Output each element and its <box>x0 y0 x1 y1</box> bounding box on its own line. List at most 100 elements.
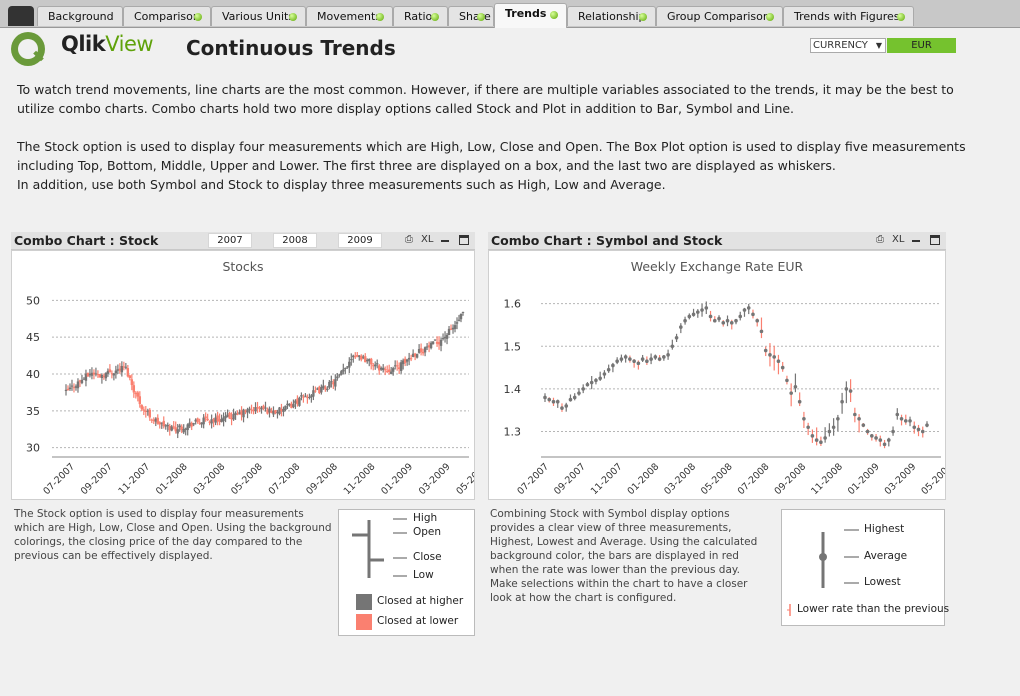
tab-status-dot-icon <box>550 11 558 19</box>
symbol-stock-bar <box>602 370 607 379</box>
stock-bar <box>108 364 112 373</box>
symbol-stock-bar <box>819 436 823 446</box>
symbol-stock-chart-svg[interactable]: 1.3 1.4 1.5 1.6 07-2007 09-2007 11-2007 01-2008… <box>489 251 946 499</box>
print-icon[interactable]: ⎙ <box>405 234 413 245</box>
year-2007-button[interactable]: 2007 <box>208 233 252 248</box>
tab-group-comparison[interactable]: Group Comparison <box>656 6 783 26</box>
stock-bar <box>162 416 165 429</box>
y-tick-label: 1.4 <box>504 383 522 396</box>
y-tick-label: 35 <box>26 405 40 418</box>
tab-share[interactable]: Share <box>448 6 494 26</box>
y-tick-label: 30 <box>26 442 40 455</box>
stock-chart-svg[interactable]: 303540455007-2007 09-2007 11-2007 01-2008 03… <box>12 251 474 499</box>
y-tick-label: 50 <box>26 294 40 307</box>
x-tick-label: 03-2009 <box>417 461 453 497</box>
xl-icon[interactable]: XL <box>892 234 904 245</box>
symbol-stock-bar <box>560 403 564 412</box>
stock-bar <box>202 414 205 429</box>
chart-caption-title: Combo Chart : Symbol and Stock <box>491 233 723 248</box>
y-tick-label: 1.6 <box>504 298 522 311</box>
symbol-stock-bar <box>683 316 687 325</box>
year-2008-button[interactable]: 2008 <box>273 233 317 248</box>
tab-background[interactable]: Background <box>37 6 123 26</box>
stock-bar <box>144 406 147 418</box>
minimize-icon[interactable] <box>441 240 449 242</box>
stock-chart[interactable]: Stocks 30 35 40 45 50 07-2007 09-2007 11-2007 01… <box>11 250 475 500</box>
symbol-stock-bar <box>882 439 887 449</box>
stock-bar <box>441 333 445 341</box>
legend-high: High <box>413 512 438 524</box>
xl-icon[interactable]: XL <box>421 234 433 245</box>
lower-swatch <box>356 614 372 630</box>
stock-bar <box>114 365 118 379</box>
x-tick-label: 07-2007 <box>41 461 77 497</box>
stock-bar <box>222 412 225 427</box>
tab-status-dot-icon <box>289 13 297 21</box>
stock-bar <box>72 383 76 393</box>
symbol-stock-bar <box>844 381 849 404</box>
tab-comparison[interactable]: Comparison <box>123 6 211 26</box>
home-tab[interactable] <box>8 6 34 26</box>
symbol-stock-legend: Highest Average Lowest Lower rate than t… <box>781 509 949 626</box>
symbol-stock-bar <box>806 422 810 436</box>
stock-bar <box>304 393 307 398</box>
symbol-stock-bar <box>551 397 556 407</box>
x-tick-label: 11-2008 <box>809 461 845 497</box>
legend-close: Close <box>413 551 442 563</box>
minimize-icon[interactable] <box>912 240 920 242</box>
tab-status-dot-icon <box>194 13 202 21</box>
x-tick-label: 03-2008 <box>192 461 228 497</box>
maximize-icon[interactable] <box>459 235 469 245</box>
tab-trends-with-figures[interactable]: Trends with Figures <box>783 6 914 26</box>
symbol-stock-bar <box>623 354 628 363</box>
symbol-stock-chart-caption[interactable]: Combo Chart : Symbol and Stock ⎙ XL <box>488 232 946 250</box>
qlikview-logo-text: QlikView <box>61 32 154 56</box>
symbol-stock-bar <box>598 371 602 381</box>
currency-value[interactable]: EUR <box>887 38 956 53</box>
symbol-stock-bar <box>755 318 760 327</box>
year-2009-button[interactable]: 2009 <box>338 233 382 248</box>
print-icon[interactable]: ⎙ <box>876 234 884 245</box>
maximize-icon[interactable] <box>930 235 940 245</box>
symbol-stock-bar <box>594 378 598 385</box>
symbol-stock-bar <box>908 416 912 427</box>
symbol-stock-bar <box>725 315 730 327</box>
symbol-stock-bar <box>878 435 883 447</box>
sheet-tab-bar: Background Comparison Various Units Movemen… <box>0 0 1020 28</box>
symbol-stock-bar <box>827 423 832 437</box>
legend-closed-lower: Closed at lower <box>377 615 459 627</box>
legend-closed-higher: Closed at higher <box>377 595 464 607</box>
symbol-stock-bar <box>887 437 891 447</box>
legend-highest: Highest <box>864 523 905 535</box>
tab-relationship[interactable]: Relationship <box>567 6 656 26</box>
x-tick-label: 01-2009 <box>846 461 882 497</box>
dropdown-arrow-icon[interactable]: ▼ <box>876 39 882 52</box>
stock-bar <box>352 354 355 363</box>
tab-various-units[interactable]: Various Units <box>211 6 306 26</box>
x-tick-label: 03-2008 <box>662 461 698 497</box>
symbol-stock-bar <box>636 360 641 370</box>
stock-bar <box>393 360 397 370</box>
tab-ratio[interactable]: Ratio <box>393 6 448 26</box>
symbol-stock-bar <box>814 427 819 446</box>
symbol-stock-bar <box>615 357 619 365</box>
symbol-stock-bar <box>742 307 747 317</box>
x-tick-label: 05-2008 <box>229 461 265 497</box>
symbol-stock-bar <box>670 339 675 350</box>
symbol-stock-bar <box>640 354 645 362</box>
tab-trends[interactable]: Trends <box>494 3 567 28</box>
symbol-stock-bar <box>564 402 569 412</box>
intro-paragraph: The Stock option is used to display four… <box>17 139 966 192</box>
stock-bar <box>433 339 437 342</box>
symbol-stock-bar <box>772 345 776 371</box>
symbol-stock-bar <box>823 427 827 443</box>
symbol-stock-chart[interactable]: Weekly Exchange Rate EUR 1.3 1.4 1.5 1.6 07-… <box>488 250 946 500</box>
x-tick-label: 05-2008 <box>699 461 735 497</box>
tab-movements[interactable]: Movements <box>306 6 393 26</box>
symbol-stock-bar <box>831 418 836 436</box>
symbol-stock-bar <box>729 319 734 330</box>
x-tick-label: 05-2009 <box>454 461 474 497</box>
stock-chart-caption[interactable]: Combo Chart : Stock 2007 2008 2009 ⎙ XL <box>11 232 475 250</box>
stock-bar <box>76 378 80 393</box>
currency-dropdown[interactable]: CURRENCY ▼ <box>810 38 886 53</box>
